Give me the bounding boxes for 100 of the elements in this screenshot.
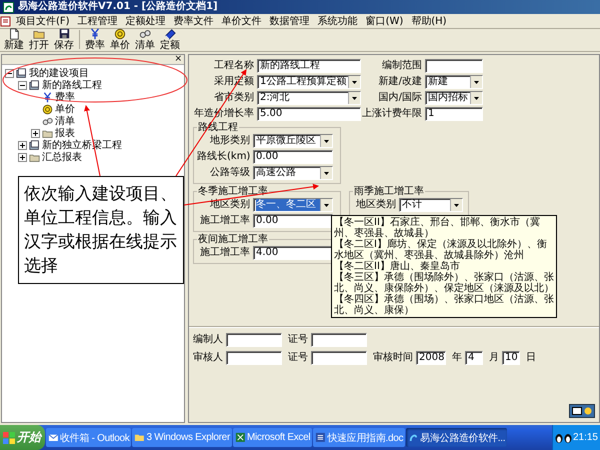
toolbar-button[interactable]: 保存	[52, 28, 76, 51]
menu-item[interactable]: 费率文件	[170, 14, 218, 28]
text-field[interactable]: 1	[425, 107, 483, 121]
field-label: 日	[525, 351, 537, 365]
text-field[interactable]: 5.00	[257, 107, 361, 121]
date-field[interactable]: 10	[502, 351, 520, 365]
menu-item[interactable]: 定额处理	[122, 14, 170, 28]
toolbar-button[interactable]: 单价	[108, 28, 132, 51]
field-label: 国内/国际	[378, 91, 423, 105]
menu-item[interactable]: 数据管理	[266, 14, 314, 28]
expand-toggle[interactable]	[18, 80, 27, 90]
text-field[interactable]: 4.00	[253, 246, 333, 260]
toolbar-button[interactable]: 打开	[27, 28, 51, 51]
glasses-icon	[42, 116, 53, 126]
menu-item[interactable]: 单价文件	[218, 14, 266, 28]
toolbar-button[interactable]: 清单	[133, 28, 157, 51]
caret-icon	[352, 96, 357, 100]
tree-item[interactable]: 清单	[55, 116, 75, 126]
coin-icon	[42, 104, 53, 114]
caret-icon	[474, 96, 479, 100]
expand-toggle[interactable]	[18, 152, 27, 162]
language-bar[interactable]	[569, 404, 595, 418]
dropdown-option[interactable]: 【冬三区】承德（围场除外）、张家口（沽源、张北、尚义、康保除外）、保定地区（涞源及以北）	[334, 272, 554, 294]
text-field[interactable]	[311, 333, 367, 347]
field-label: 新建/改建	[378, 75, 423, 89]
field-label: 审核时间	[372, 351, 414, 365]
toolbar-button[interactable]: 费率	[83, 28, 107, 51]
field-label: 证号	[287, 333, 309, 347]
toolbar-button[interactable]: 新建	[2, 28, 26, 51]
yen-sign-icon	[89, 28, 101, 40]
caret-icon	[474, 80, 479, 84]
dropdown[interactable]: 不计	[399, 198, 463, 212]
text-field[interactable]	[226, 351, 282, 365]
field-label: 工程名称	[213, 59, 255, 73]
expand-toggle[interactable]	[18, 140, 27, 150]
dropdown[interactable]: 冬一、冬二区	[253, 198, 333, 212]
dropdown[interactable]: 平原微丘陵区	[253, 134, 333, 148]
menu-item[interactable]: 帮助(H)	[407, 14, 451, 28]
text-field[interactable]: 0.00	[253, 214, 333, 228]
tree-item[interactable]: 汇总报表	[42, 152, 82, 162]
taskbar-button[interactable]: 3 Windows Explorer	[132, 428, 232, 447]
tree-item[interactable]: 我的建设项目	[29, 68, 89, 78]
book-icon	[164, 28, 176, 40]
field-label: 施工增工率	[199, 214, 251, 228]
dropdown-option[interactable]: 【冬四区】承德（围场）、张家口地区（沽源、张北、尚义、康保）	[334, 294, 554, 316]
text-field[interactable]: 0.00	[253, 150, 333, 164]
project-icon	[29, 140, 40, 150]
field-label: 编制人	[193, 333, 224, 347]
field-label: 地区类别	[209, 198, 251, 212]
field-label: 地形类别	[209, 134, 251, 148]
date-field[interactable]: 4	[465, 351, 483, 365]
folder-icon	[42, 128, 53, 138]
field-label: 证号	[287, 351, 309, 365]
taskbar-button[interactable]: 快速应用指南.doc	[313, 428, 406, 447]
tree-item[interactable]: 报表	[55, 128, 75, 138]
text-field[interactable]	[425, 59, 483, 73]
folder-icon	[134, 432, 146, 443]
taskbar-button[interactable]: 易海公路造价软件...	[406, 428, 508, 447]
document-icon	[315, 432, 326, 443]
group-title: 路线工程	[197, 122, 239, 133]
text-field[interactable]	[226, 333, 282, 347]
caret-icon	[324, 140, 329, 142]
new-file-icon	[8, 28, 20, 40]
caret-icon	[352, 80, 357, 84]
tree-item[interactable]: 单价	[55, 104, 75, 114]
document-icon	[0, 16, 12, 26]
toolbar-button[interactable]: 定额	[158, 28, 182, 51]
menu-item[interactable]: 系统功能	[314, 14, 362, 28]
date-field[interactable]: 2008	[416, 351, 446, 365]
field-label: 编制范围	[381, 59, 423, 73]
tree-item[interactable]: 新的路线工程	[42, 80, 102, 90]
group-title: 夜间施工增工率	[197, 234, 269, 245]
tree-item[interactable]: 费率	[55, 92, 75, 102]
field-label: 施工增工率	[199, 246, 251, 260]
dropdown-option[interactable]: 【冬一区II】石家庄、邢台、邯郸、衡水市（冀州、枣强县、故城县）	[334, 217, 554, 239]
field-label: 年	[451, 351, 463, 365]
project-icon	[16, 68, 27, 78]
dropdown[interactable]: 国内招标	[425, 91, 483, 105]
menu-item[interactable]: 窗口(W)	[362, 14, 408, 28]
menu-item[interactable]: 工程管理	[74, 14, 122, 28]
caret-icon	[454, 204, 459, 206]
caret-icon	[324, 172, 329, 174]
taskbar-button[interactable]: Microsoft Excel	[232, 428, 312, 447]
field-label: 地区类别	[355, 198, 397, 212]
field-label: 月	[488, 351, 500, 365]
dropdown-option[interactable]: 【冬二区II】唐山、秦皇岛市	[334, 261, 554, 272]
dropdown-option[interactable]: 【冬二区I】廊坊、保定（涞源及以北除外）、衡水地区（冀州、枣强县、故城县除外）沧州	[334, 239, 554, 261]
menu-item[interactable]: 项目文件(F)	[12, 14, 74, 28]
field-label: 路线长(km)	[197, 150, 252, 164]
windows-logo-icon	[3, 432, 15, 444]
folder-icon	[33, 28, 45, 40]
field-label: 公路等级	[209, 166, 251, 180]
app-icon	[408, 432, 420, 443]
expand-toggle[interactable]	[31, 128, 40, 138]
clock: 21:15	[572, 432, 598, 443]
dropdown[interactable]: 2:河北	[257, 91, 361, 105]
taskbar-button[interactable]: 收件箱 - Outlook	[46, 428, 132, 447]
close-button[interactable]: ×	[172, 55, 184, 64]
text-field[interactable]	[311, 351, 367, 365]
field-label: 审核人	[193, 351, 224, 365]
